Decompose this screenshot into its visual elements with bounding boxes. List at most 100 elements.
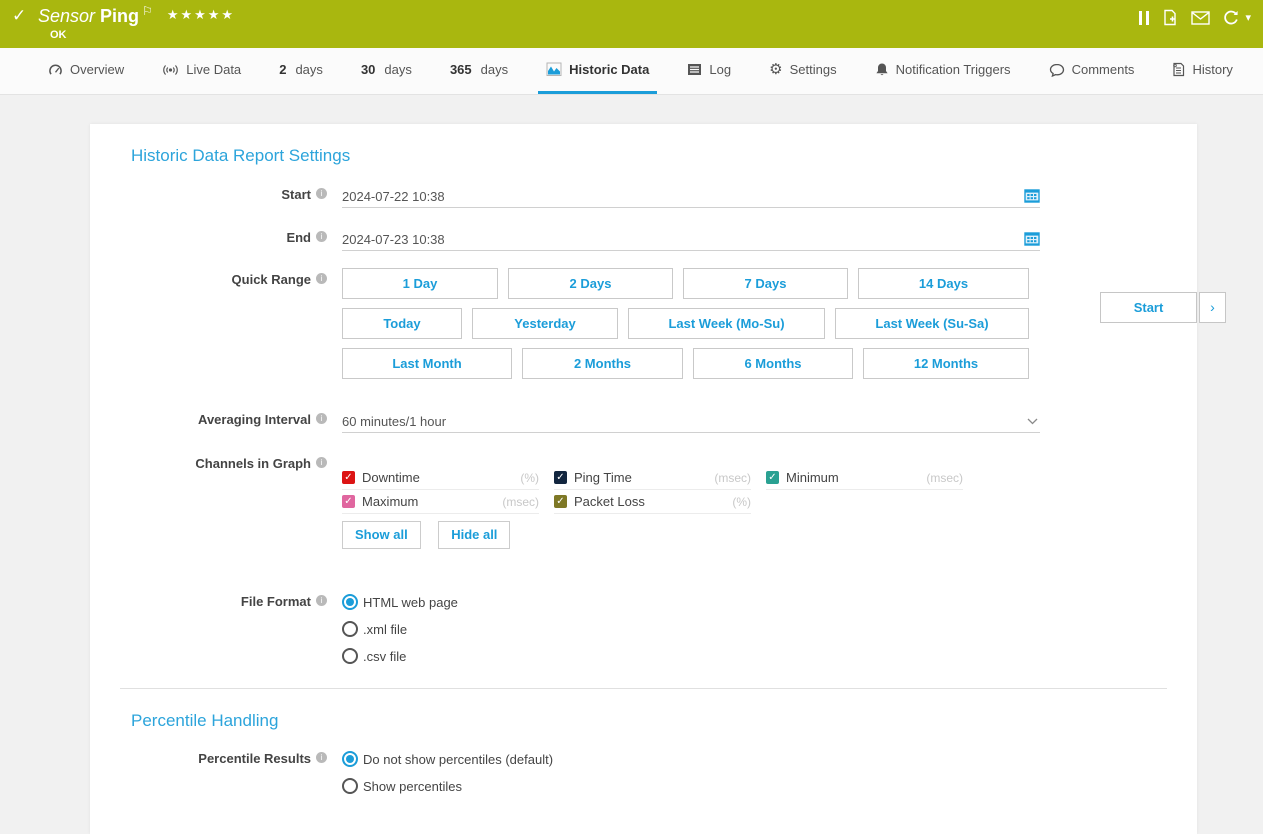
channel-packet-loss[interactable]: ✓ Packet Loss (%) <box>554 490 751 514</box>
tab-2-days[interactable]: 2 days <box>271 48 331 94</box>
caret-down-icon[interactable]: ▾ <box>1245 11 1251 24</box>
tab-label: days <box>481 62 508 77</box>
info-icon: i <box>316 413 327 424</box>
start-button[interactable]: Start <box>1100 292 1197 323</box>
info-icon: i <box>316 457 327 468</box>
quick-range-14-days-button[interactable]: 14 Days <box>858 268 1029 299</box>
section-divider <box>120 688 1167 689</box>
channel-checkbox[interactable]: ✓ <box>342 471 355 484</box>
broadcast-icon <box>162 63 179 77</box>
channel-checkbox[interactable]: ✓ <box>342 495 355 508</box>
chevron-right-icon: › <box>1210 299 1215 315</box>
file-format-option-csv[interactable]: .csv file <box>342 646 458 666</box>
calendar-icon[interactable] <box>1024 188 1040 204</box>
quick-range-6-months-button[interactable]: 6 Months <box>693 348 853 379</box>
percentile-results-label: Percentile Resultsi <box>90 751 327 767</box>
tab-label: days <box>384 62 411 77</box>
channel-empty-cell <box>766 490 963 514</box>
bell-icon <box>875 62 889 77</box>
channel-checkbox[interactable]: ✓ <box>766 471 779 484</box>
quick-range-last-month-button[interactable]: Last Month <box>342 348 512 379</box>
channel-unit: (%) <box>520 471 539 485</box>
tab-notification-triggers[interactable]: Notification Triggers <box>867 48 1019 94</box>
channel-minimum[interactable]: ✓ Minimum (msec) <box>766 466 963 490</box>
sensor-name: Ping <box>100 6 139 26</box>
tab-label: Live Data <box>186 62 241 77</box>
flag-icon[interactable]: ⚐ <box>142 4 153 18</box>
file-format-option-html[interactable]: HTML web page <box>342 592 458 612</box>
radio-unselected[interactable] <box>342 621 358 637</box>
start-button-group: Start › <box>1100 292 1226 323</box>
gauge-icon <box>48 63 63 77</box>
averaging-interval-label: Averaging Intervali <box>90 412 327 428</box>
quick-range-1-day-button[interactable]: 1 Day <box>342 268 498 299</box>
end-label: Endi <box>90 230 327 246</box>
history-icon <box>1172 62 1185 77</box>
report-page-icon[interactable] <box>1162 9 1178 26</box>
radio-unselected[interactable] <box>342 648 358 664</box>
percentile-option-show[interactable]: Show percentiles <box>342 776 553 796</box>
tab-history[interactable]: History <box>1164 48 1240 94</box>
channels-in-graph-label: Channels in Graphi <box>90 456 327 472</box>
quick-range-last-week-mo-su-button[interactable]: Last Week (Mo-Su) <box>628 308 825 339</box>
tab-overview[interactable]: Overview <box>40 48 132 94</box>
quick-range-buttons: 1 Day 2 Days 7 Days 14 Days Today Yester… <box>342 268 1029 388</box>
radio-selected[interactable] <box>342 594 358 610</box>
log-icon <box>687 63 702 76</box>
file-format-option-xml[interactable]: .xml file <box>342 619 458 639</box>
averaging-interval-select[interactable]: 60 minutes/1 hour <box>342 412 1040 433</box>
comment-icon <box>1049 63 1065 77</box>
tab-settings[interactable]: ⚙ Settings <box>761 48 844 94</box>
end-date-input[interactable]: 2024-07-23 10:38 <box>342 230 1040 251</box>
gear-icon: ⚙ <box>769 63 782 77</box>
tab-label: Notification Triggers <box>896 62 1011 77</box>
tab-label: Settings <box>790 62 837 77</box>
channel-downtime[interactable]: ✓ Downtime (%) <box>342 466 539 490</box>
sensor-title: SensorPing⚐★★★★★ <box>38 4 235 27</box>
calendar-icon[interactable] <box>1024 231 1040 247</box>
percentile-option-do-not-show[interactable]: Do not show percentiles (default) <box>342 749 553 769</box>
file-format-options: HTML web page .xml file .csv file <box>342 592 458 673</box>
channels-grid: ✓ Downtime (%) ✓ Ping Time (msec) ✓ Mini… <box>342 466 963 514</box>
quick-range-12-months-button[interactable]: 12 Months <box>863 348 1029 379</box>
start-label: Starti <box>90 187 327 203</box>
tab-365-days[interactable]: 365 days <box>442 48 516 94</box>
channel-checkbox[interactable]: ✓ <box>554 471 567 484</box>
priority-stars[interactable]: ★★★★★ <box>167 7 235 22</box>
tab-bar: Overview Live Data 2 days 30 days 365 da… <box>0 48 1263 95</box>
quick-range-last-week-su-sa-button[interactable]: Last Week (Su-Sa) <box>835 308 1029 339</box>
status-ok-check-icon: ✓ <box>12 6 26 26</box>
area-chart-icon <box>546 62 562 77</box>
tab-30-days[interactable]: 30 days <box>353 48 420 94</box>
channel-ping-time[interactable]: ✓ Ping Time (msec) <box>554 466 751 490</box>
percentile-options: Do not show percentiles (default) Show p… <box>342 749 553 803</box>
tab-historic-data[interactable]: Historic Data <box>538 48 657 94</box>
radio-unselected[interactable] <box>342 778 358 794</box>
tab-label: Historic Data <box>569 62 649 77</box>
channel-unit: (%) <box>732 495 751 509</box>
chevron-down-icon <box>1027 418 1038 425</box>
hide-all-button[interactable]: Hide all <box>438 521 510 549</box>
quick-range-2-months-button[interactable]: 2 Months <box>522 348 683 379</box>
refresh-icon[interactable] <box>1223 10 1240 26</box>
start-date-input[interactable]: 2024-07-22 10:38 <box>342 187 1040 208</box>
pause-icon[interactable] <box>1139 11 1149 25</box>
radio-selected[interactable] <box>342 751 358 767</box>
tab-label: History <box>1192 62 1232 77</box>
channel-checkbox[interactable]: ✓ <box>554 495 567 508</box>
tab-live-data[interactable]: Live Data <box>154 48 249 94</box>
channel-unit: (msec) <box>926 471 963 485</box>
expand-chevron-button[interactable]: › <box>1199 292 1226 323</box>
quick-range-today-button[interactable]: Today <box>342 308 462 339</box>
tab-comments[interactable]: Comments <box>1041 48 1143 94</box>
quick-range-2-days-button[interactable]: 2 Days <box>508 268 673 299</box>
tab-log[interactable]: Log <box>679 48 739 94</box>
channel-unit: (msec) <box>714 471 751 485</box>
info-icon: i <box>316 273 327 284</box>
channel-maximum[interactable]: ✓ Maximum (msec) <box>342 490 539 514</box>
show-all-button[interactable]: Show all <box>342 521 421 549</box>
quick-range-7-days-button[interactable]: 7 Days <box>683 268 848 299</box>
quick-range-yesterday-button[interactable]: Yesterday <box>472 308 618 339</box>
email-icon[interactable] <box>1191 11 1210 25</box>
file-format-label: File Formati <box>90 594 327 610</box>
